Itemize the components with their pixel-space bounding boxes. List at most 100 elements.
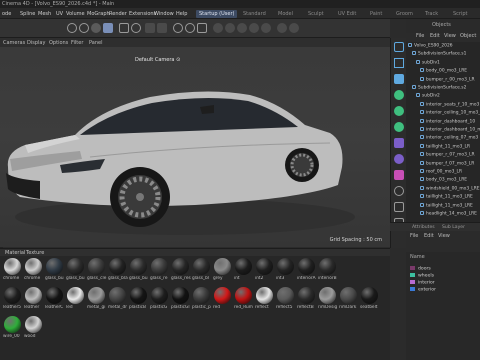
cube-primitive-icon[interactable] [213, 23, 223, 33]
material-thumbnail[interactable]: int [234, 258, 254, 284]
axis-icon[interactable] [197, 23, 207, 33]
snap-icon[interactable] [173, 23, 183, 33]
tab-sub-layer[interactable]: Sub Layer [442, 225, 465, 230]
menu-item[interactable]: Extensions [129, 11, 156, 17]
sculpt-icon[interactable] [394, 90, 404, 100]
uv-mode-icon[interactable] [394, 122, 404, 132]
material-thumbnail[interactable]: leather [24, 287, 44, 313]
tree-row[interactable]: interior_ceiling_10_mo3_LR [406, 110, 480, 117]
material-thumbnail[interactable]: glass_bl [192, 258, 212, 284]
material-thumbnail[interactable]: led [66, 287, 86, 313]
material-thumbnail[interactable]: plastic_p [192, 287, 212, 313]
tree-row[interactable]: SubdivisionSurface.s2 [406, 85, 480, 92]
edges-mode-icon[interactable] [394, 58, 404, 68]
material-thumbnail[interactable]: reflect [255, 287, 275, 313]
tree-row[interactable]: windshield_00_mo3_LRE [406, 185, 480, 193]
tree-row[interactable]: SubdivisionSurface.s1 [406, 51, 480, 58]
deformer-icon[interactable] [249, 23, 259, 33]
texture-mode-icon[interactable] [394, 106, 404, 116]
layer-color-swatch[interactable] [410, 287, 415, 291]
live-selection-icon[interactable] [119, 23, 129, 33]
material-thumbnail[interactable]: leather5 [3, 287, 23, 313]
spline-pen-icon[interactable] [225, 23, 235, 33]
layer-row[interactable]: interior [410, 280, 480, 287]
tab-attributes[interactable]: Attributes [412, 225, 435, 230]
material-thumbnail[interactable]: metal_dr [108, 287, 128, 313]
tree-row[interactable]: body_03_mo3_LRE [406, 177, 480, 184]
layers-menu-item[interactable]: Edit [424, 233, 434, 239]
layout-tab-paint[interactable]: Paint [367, 10, 385, 18]
om-menu-item[interactable]: Edit [430, 33, 440, 39]
camera-icon[interactable] [277, 23, 287, 33]
tree-row[interactable]: interior_dashboard_10_mo3 [406, 127, 480, 134]
menu-item[interactable]: Window [154, 11, 174, 17]
material-thumbnail[interactable]: seatbelt [360, 287, 380, 313]
material-thumbnail[interactable]: glass_bu [66, 258, 86, 284]
viewport-menu-item[interactable]: Panel [89, 40, 103, 46]
material-thumbnail[interactable]: red [213, 287, 233, 313]
menu-item[interactable]: Volume [66, 11, 85, 17]
tree-row[interactable]: subDiv1 [406, 59, 480, 67]
material-thumbnail[interactable]: chrome [3, 258, 23, 284]
material-thumbnail[interactable]: glass_res [171, 258, 191, 284]
material-thumbnail[interactable]: metal_gi [87, 287, 107, 313]
tree-row[interactable]: headlight_14_mo3_LRE [406, 211, 480, 218]
material-thumbnail[interactable]: glass_bu [45, 258, 65, 284]
material-thumbnail[interactable]: wire_00 [3, 316, 23, 342]
layout-tab-startup[interactable]: Startup (User) [196, 10, 238, 18]
layer-row[interactable]: doors [410, 266, 480, 273]
layer-color-swatch[interactable] [410, 273, 415, 277]
material-thumbnail[interactable]: grey [213, 258, 233, 284]
material-thumbnail[interactable]: leatherC [45, 287, 65, 313]
tree-row[interactable]: Volvo_ES90_2026 [406, 43, 480, 50]
layer-row[interactable]: exterior [410, 287, 480, 294]
tree-row[interactable]: interior_dashboard_10 [406, 118, 480, 126]
om-menu-item[interactable]: Object [460, 33, 476, 39]
tab-objects[interactable]: Objects [432, 22, 451, 30]
tree-row[interactable]: taillight_11_mo3_LR [406, 143, 480, 151]
layout-tab-script[interactable]: Script [450, 10, 471, 18]
tree-row[interactable]: bumper_r_00_mo3_LR [406, 76, 480, 84]
material-thumbnail[interactable]: rimDesig [318, 287, 338, 313]
layout-tab-sculpt[interactable]: Sculpt [305, 10, 327, 18]
tree-row[interactable]: taillight_11_mo3_LRE [406, 202, 480, 210]
generator-icon[interactable] [237, 23, 247, 33]
material-thumbnail[interactable]: chrome [24, 258, 44, 284]
model-mode-icon[interactable] [131, 23, 141, 33]
move-tool-icon[interactable] [67, 23, 77, 33]
scale-tool-icon[interactable] [91, 23, 101, 33]
material-thumbnail[interactable]: reflectB [297, 287, 317, 313]
material-thumbnail[interactable]: int3 [276, 258, 296, 284]
3d-viewport[interactable]: Default Camera ⊙ Grid Spacing : 50 cm [0, 47, 390, 247]
tree-row[interactable]: bumper_f_07_mo3_LR [406, 160, 480, 168]
layers-menu-item[interactable]: File [410, 233, 418, 239]
menu-item[interactable]: ode [2, 11, 11, 17]
globe-icon[interactable] [394, 186, 404, 196]
render-view-icon[interactable] [145, 23, 155, 33]
material-thumbnail[interactable]: interiorA [297, 258, 317, 284]
viewport-menu-item[interactable]: Cameras [3, 40, 25, 46]
menu-item[interactable]: Render [109, 11, 127, 17]
layout-tab-groom[interactable]: Groom [393, 10, 416, 18]
field-icon[interactable] [261, 23, 271, 33]
viewport-menu-item[interactable]: Options [49, 40, 68, 46]
layer-row[interactable]: wheels [410, 273, 480, 280]
om-menu-item[interactable]: View [444, 33, 456, 39]
menu-item[interactable]: Help [176, 11, 187, 17]
tree-row[interactable]: body_00_mo3_LRE [406, 68, 480, 75]
material-thumbnail[interactable]: interiorB [318, 258, 338, 284]
material-thumbnail[interactable]: rimDark [339, 287, 359, 313]
layout-tab-uv-edit[interactable]: UV Edit [335, 10, 359, 18]
om-menu-item[interactable]: File [416, 33, 424, 39]
material-thumbnail[interactable]: red_Rum [234, 287, 254, 313]
tree-row[interactable]: interior_seats_f_10_mo3 [406, 101, 480, 109]
rotate-tool-icon[interactable] [79, 23, 89, 33]
render-picture-icon[interactable] [157, 23, 167, 33]
tree-row[interactable]: bumper_r_07_mo3_LR [406, 152, 480, 159]
tree-row[interactable]: taillight_11_mo3_LRE [406, 194, 480, 201]
object-tree[interactable]: Volvo_ES90_2026 SubdivisionSurface.s1 subD… [406, 42, 480, 222]
layer-color-swatch[interactable] [410, 266, 415, 270]
points-mode-icon[interactable] [394, 42, 404, 52]
material-thumbnail[interactable]: plasticB [129, 287, 149, 313]
layer-color-swatch[interactable] [410, 280, 415, 284]
